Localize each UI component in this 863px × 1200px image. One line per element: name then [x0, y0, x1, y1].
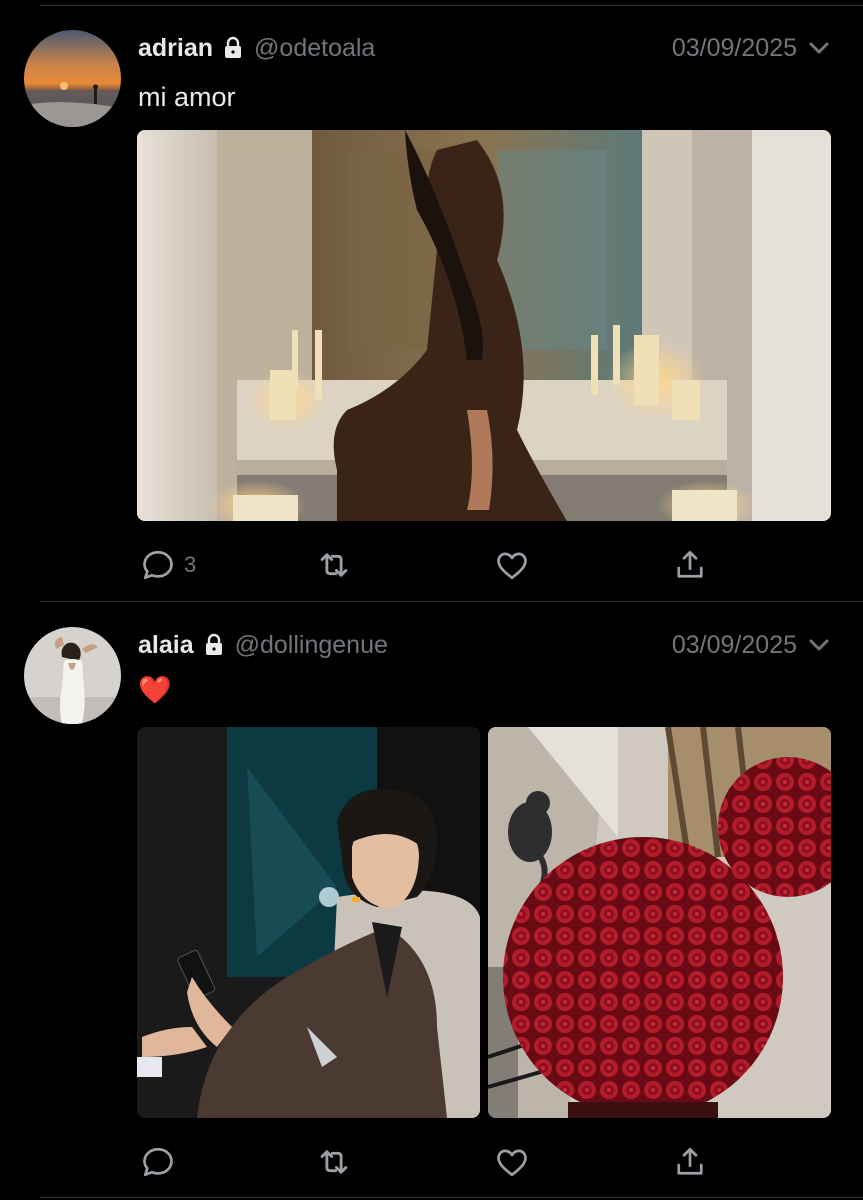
chevron-down-icon[interactable] — [805, 34, 833, 62]
like-button[interactable] — [494, 545, 530, 585]
reply-count: 3 — [184, 552, 197, 577]
reply-icon — [143, 550, 173, 580]
like-button[interactable] — [494, 1142, 530, 1182]
tweet-text: mi amor — [138, 82, 236, 112]
tweet-text: ❤️ — [138, 675, 172, 705]
retweet-button[interactable] — [315, 545, 353, 585]
tweet-photo-2[interactable] — [488, 727, 831, 1118]
retweet-button[interactable] — [315, 1142, 353, 1182]
heart-icon — [497, 552, 527, 580]
reply-button[interactable] — [140, 1142, 184, 1182]
tweet-photo-1[interactable] — [137, 727, 480, 1118]
lock-icon — [202, 633, 226, 657]
display-name[interactable]: adrian — [138, 34, 213, 63]
user-handle[interactable]: @dollingenue — [235, 631, 388, 660]
share-button[interactable] — [672, 1142, 708, 1182]
tweet-1[interactable]: adrian @odetoala 03/09/2025 mi amor 3 — [0, 0, 863, 600]
avatar[interactable] — [24, 30, 121, 127]
share-button[interactable] — [672, 545, 708, 585]
chevron-down-icon[interactable] — [805, 631, 833, 659]
bottom-divider — [40, 1197, 863, 1198]
avatar[interactable] — [24, 627, 121, 724]
tweet-2[interactable]: alaia @dollingenue 03/09/2025 ❤️ — [0, 602, 863, 1200]
reply-icon — [143, 1147, 173, 1177]
reply-button[interactable]: 3 — [140, 545, 196, 585]
retweet-icon — [320, 553, 348, 577]
tweet-date[interactable]: 03/09/2025 — [672, 631, 797, 660]
retweet-icon — [320, 1150, 348, 1174]
tweet-photo[interactable] — [137, 130, 831, 521]
share-icon — [677, 550, 703, 578]
share-icon — [677, 1147, 703, 1175]
user-handle[interactable]: @odetoala — [254, 34, 375, 63]
display-name[interactable]: alaia — [138, 631, 194, 660]
heart-icon — [497, 1149, 527, 1177]
tweet-date[interactable]: 03/09/2025 — [672, 34, 797, 63]
lock-icon — [221, 36, 245, 60]
